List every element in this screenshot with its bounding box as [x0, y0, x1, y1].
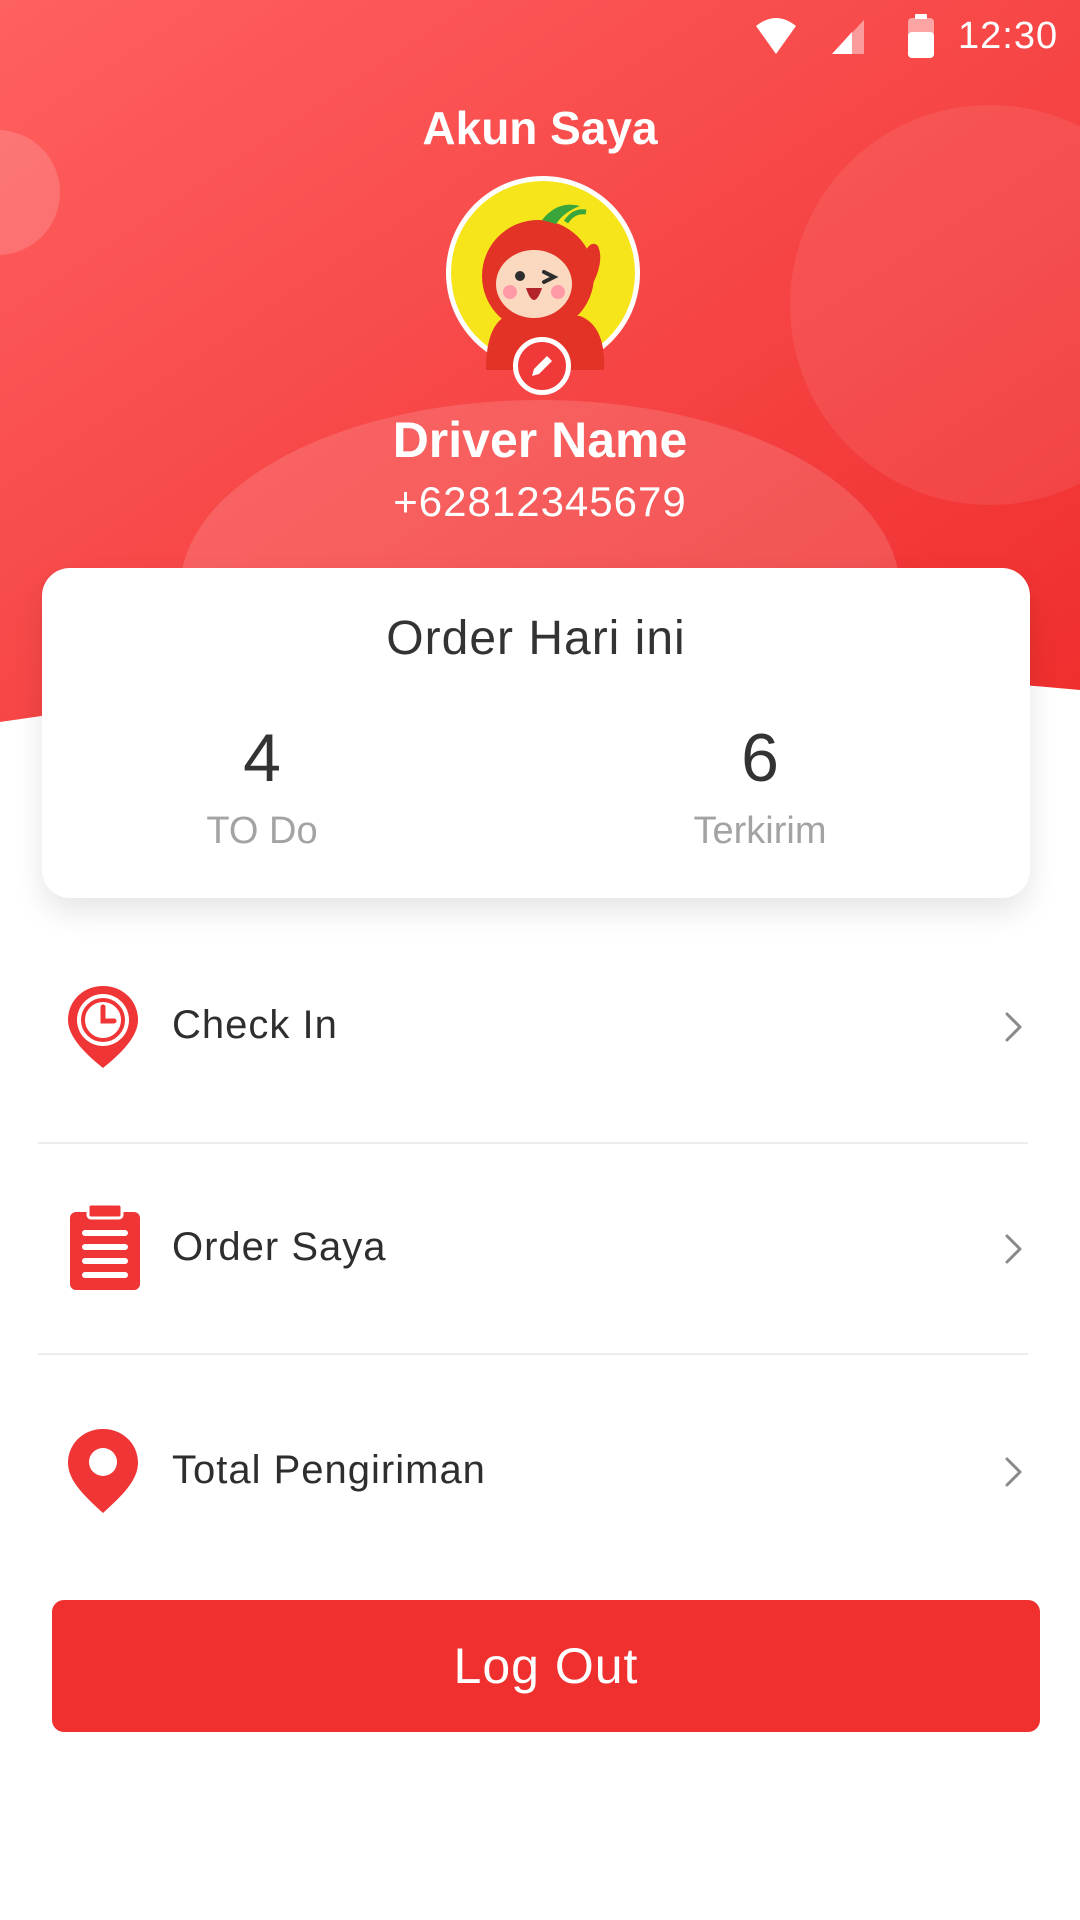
stat-todo-value: 4: [243, 720, 281, 796]
logout-button[interactable]: Log Out: [52, 1600, 1040, 1732]
battery-icon: [908, 14, 934, 58]
stat-terkirim[interactable]: 6 Terkirim: [610, 718, 910, 854]
cellular-signal-icon: [832, 20, 864, 54]
menu-label-total-pengiriman: Total Pengiriman: [172, 1448, 486, 1492]
pencil-icon: [532, 356, 552, 376]
menu-item-total-pengiriman[interactable]: Total Pengiriman: [38, 1375, 1028, 1565]
driver-name: Driver Name: [392, 412, 688, 468]
order-summary-title: Order Hari ini: [386, 612, 686, 665]
edit-profile-button[interactable]: [513, 337, 571, 395]
stat-terkirim-label: Terkirim: [693, 810, 827, 852]
order-summary-card: Order Hari ini 4 TO Do 6 Terkirim: [42, 568, 1030, 898]
clipboard-icon: [70, 1202, 140, 1290]
chevron-right-icon: [1005, 1012, 1022, 1042]
status-time: 12:30: [958, 15, 1059, 57]
menu-item-check-in[interactable]: Check In: [38, 930, 1028, 1120]
stat-terkirim-value: 6: [741, 720, 779, 796]
stat-todo-label: TO Do: [206, 810, 318, 852]
location-pin-icon: [68, 1429, 138, 1513]
driver-phone: +62812345679: [393, 478, 687, 525]
clock-pin-icon: [68, 986, 138, 1068]
chevron-right-icon: [1005, 1234, 1022, 1264]
menu-label-check-in: Check In: [172, 1003, 338, 1047]
chevron-right-icon: [1005, 1457, 1022, 1487]
menu-divider: [38, 1353, 1028, 1355]
stat-todo[interactable]: 4 TO Do: [112, 718, 412, 854]
status-bar: 12:30: [0, 0, 1080, 72]
menu-label-order-saya: Order Saya: [172, 1225, 387, 1269]
menu-divider: [38, 1142, 1028, 1144]
menu-item-order-saya[interactable]: Order Saya: [38, 1152, 1028, 1342]
page-title: Akun Saya: [422, 102, 658, 154]
wifi-icon: [756, 18, 796, 54]
